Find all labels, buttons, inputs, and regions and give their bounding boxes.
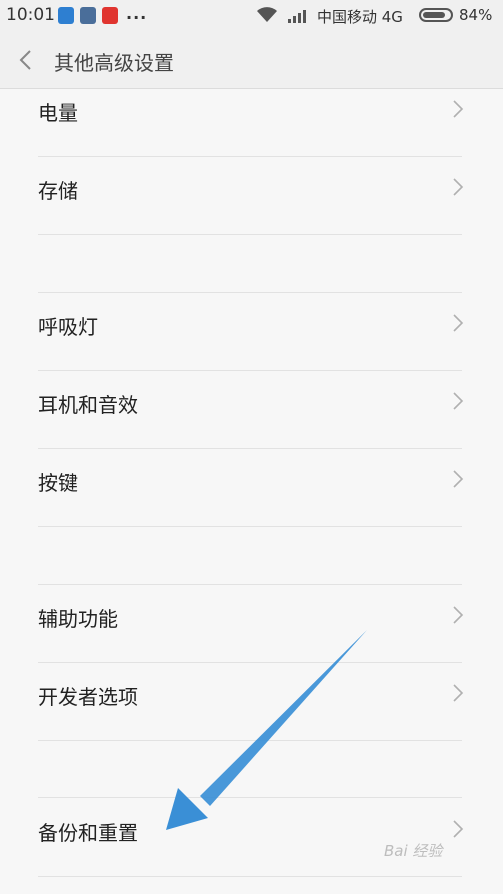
list-item-label: 辅助功能	[38, 607, 118, 631]
list-item-buttons[interactable]: 按键	[0, 449, 503, 527]
battery-percent: 84%	[459, 6, 493, 24]
carrier-label: 中国移动 4G	[317, 8, 403, 26]
divider	[38, 797, 462, 798]
divider	[38, 234, 462, 235]
list-item-label: 备份和重置	[38, 821, 138, 845]
list-item-label: 开发者选项	[38, 685, 138, 709]
chevron-right-icon	[453, 820, 464, 838]
list-item-label: 存储	[38, 179, 78, 203]
divider	[38, 740, 462, 741]
baidu-jingyan-watermark: Bai 经验	[384, 842, 443, 860]
list-item-accessibility[interactable]: 辅助功能	[0, 585, 503, 663]
divider	[38, 876, 462, 877]
back-arrow-icon[interactable]	[18, 49, 32, 71]
divider	[38, 526, 462, 527]
list-item-label: 耳机和音效	[38, 393, 138, 417]
list-item-breathing-light[interactable]: 呼吸灯	[0, 293, 503, 371]
wifi-icon	[257, 7, 277, 22]
chevron-right-icon	[453, 314, 464, 332]
chevron-right-icon	[453, 684, 464, 702]
chevron-right-icon	[453, 178, 464, 196]
chevron-right-icon	[453, 470, 464, 488]
chevron-right-icon	[453, 606, 464, 624]
list-item-backup-reset[interactable]: 备份和重置	[0, 799, 503, 877]
chevron-right-icon	[453, 100, 464, 118]
notification-app-icon	[58, 7, 74, 24]
list-item-headphones-audio[interactable]: 耳机和音效	[0, 371, 503, 449]
battery-level-fill	[423, 12, 445, 18]
list-item-developer-options[interactable]: 开发者选项	[0, 663, 503, 741]
page-title: 其他高级设置	[54, 51, 174, 75]
more-notifications-indicator: ...	[126, 4, 148, 23]
list-item-label: 按键	[38, 471, 78, 495]
notification-app-icon	[80, 7, 96, 24]
status-bar: 10:01 ... 中国移动 4G 84%	[0, 0, 503, 32]
alarm-notification-icon	[102, 7, 118, 24]
list-item-label: 电量	[38, 101, 78, 125]
signal-icon	[288, 10, 306, 23]
list-item-label: 呼吸灯	[38, 315, 98, 339]
battery-icon	[419, 8, 453, 22]
list-item-storage[interactable]: 存储	[0, 157, 503, 235]
list-item-battery[interactable]: 电量	[0, 79, 503, 157]
status-time: 10:01	[6, 5, 55, 25]
chevron-right-icon	[453, 392, 464, 410]
